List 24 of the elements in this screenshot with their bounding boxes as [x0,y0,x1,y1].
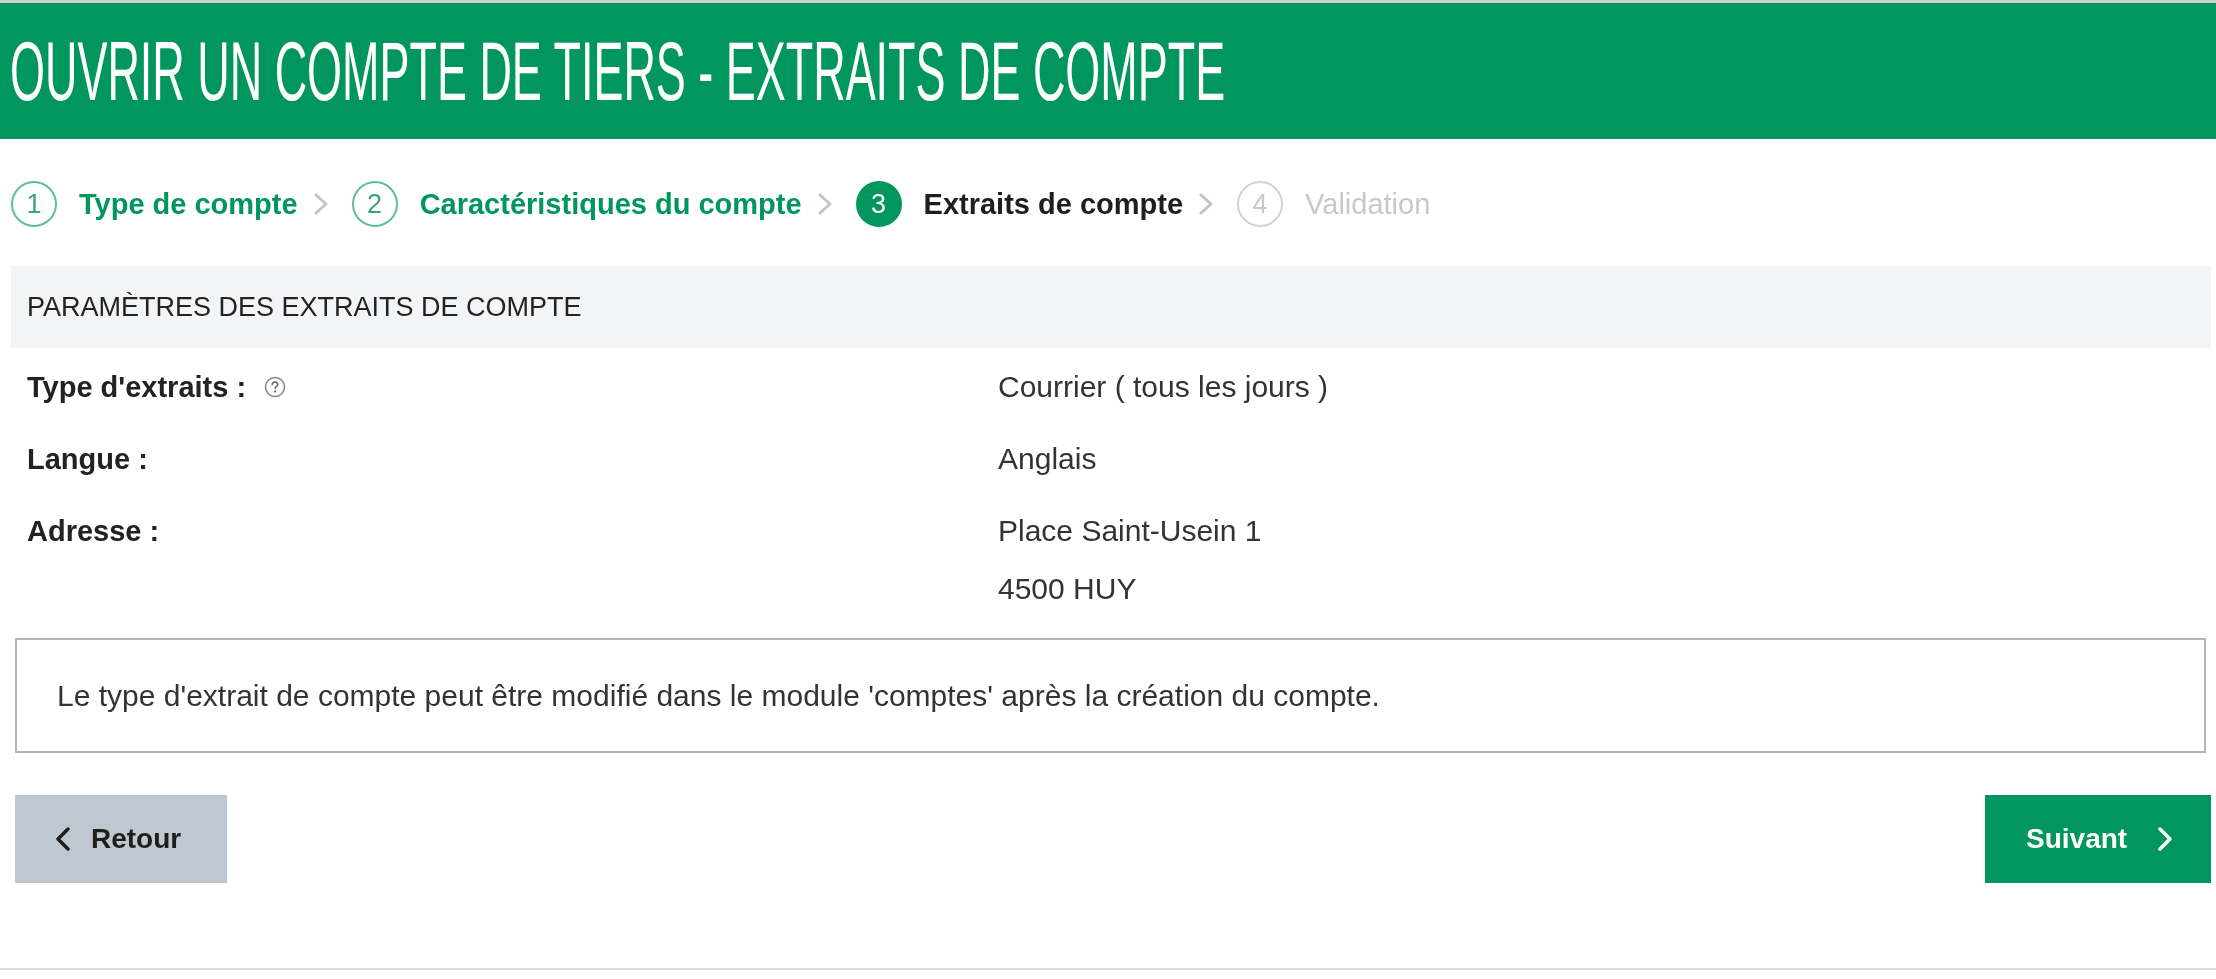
help-icon[interactable] [264,376,287,398]
field-label: Type d'extraits : [27,370,247,405]
chevron-left-icon [55,827,71,851]
chevron-right-icon [313,193,328,215]
step-label: Type de compte [79,187,298,221]
next-button[interactable]: Suivant [1985,795,2211,883]
field-value: 4500 HUY [998,571,1138,607]
back-button[interactable]: Retour [15,795,227,883]
field-label: Langue : [27,442,148,477]
step-label: Caractéristiques du compte [419,187,802,221]
info-text: Le type d'extrait de compte peut être modifié dans le module 'comptes' après la création du compte. [57,678,1380,713]
step-number: 2 [351,181,398,227]
chevron-right-icon [1199,193,1214,215]
field-value: Anglais [998,441,1098,477]
field-value: Place Saint-Usein 1 [998,513,1263,549]
chevron-right-icon [817,193,832,215]
step-label: Extraits de compte [923,187,1184,221]
chevron-right-icon [2157,827,2174,851]
section-title: PARAMÈTRES DES EXTRAITS DE COMPTE [27,291,582,323]
step-number: 1 [11,181,57,227]
field-value: Courrier ( tous les jours ) [998,369,1330,405]
field-label: Adresse : [27,514,160,549]
step-number: 3 [855,181,902,227]
page-title: OUVRIR UN COMPTE DE TIERS - EXTRAITS DE COMPTE [10,23,1226,119]
